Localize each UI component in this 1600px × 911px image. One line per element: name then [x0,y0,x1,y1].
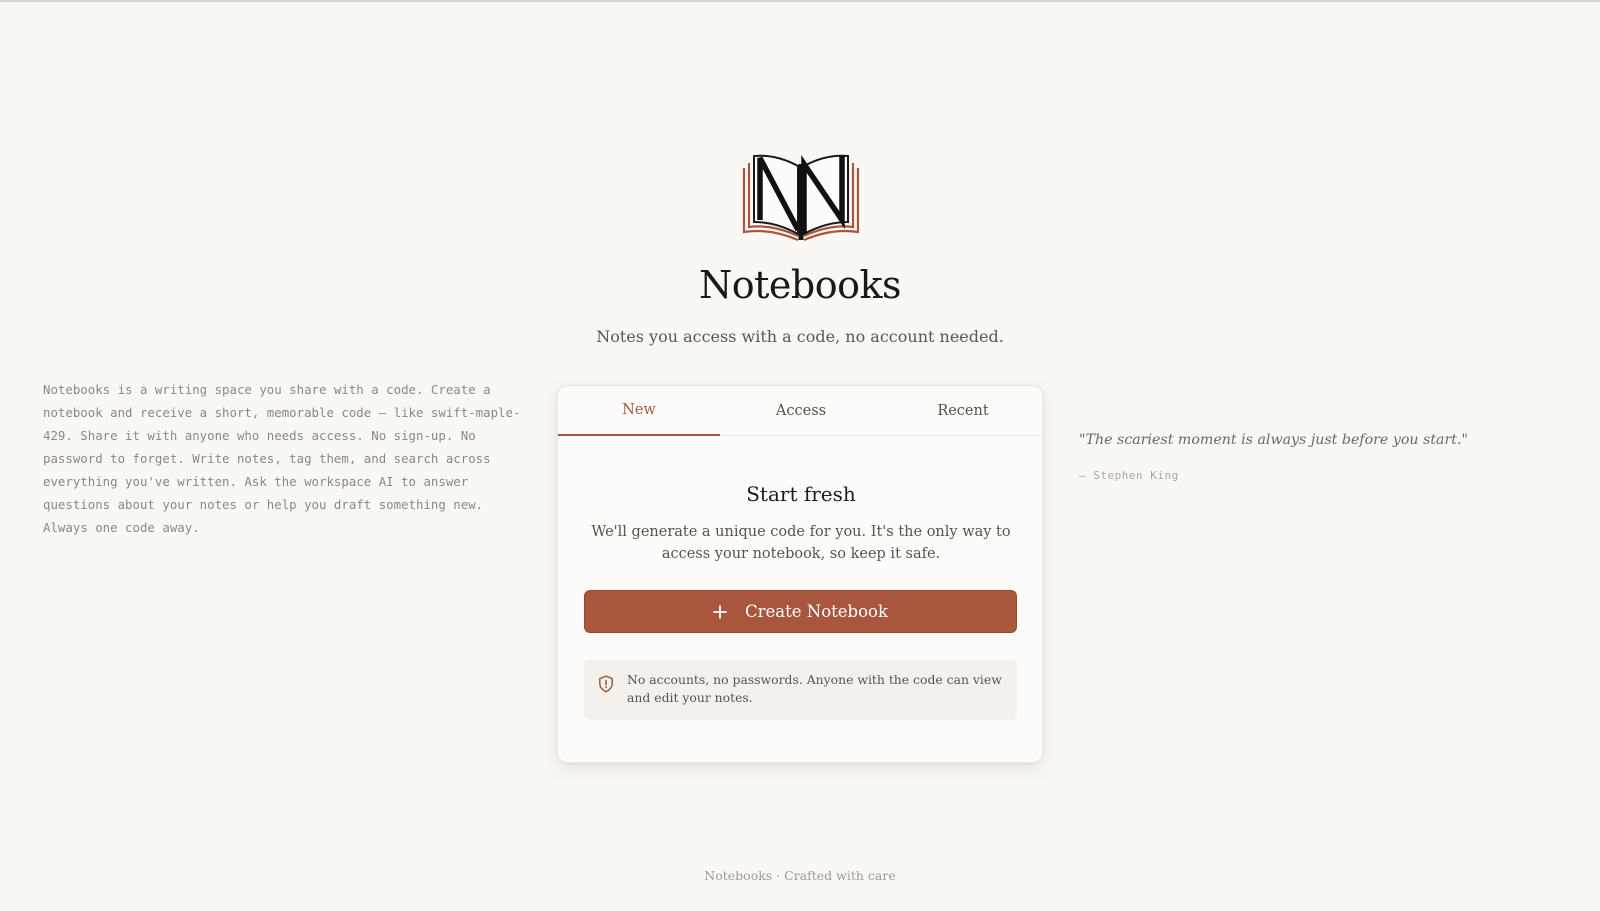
app-subtitle: Notes you access with a code, no account… [596,327,1004,346]
quote-author: — Stephen King [1079,469,1179,482]
tab-recent[interactable]: Recent [882,386,1042,435]
create-notebook-button[interactable]: Create Notebook [584,590,1017,633]
top-border [0,0,1600,2]
intro-description: Notebooks is a writing space you share w… [43,382,521,535]
open-book-n-logo-icon [740,150,862,242]
plus-icon [713,604,727,619]
create-notebook-label: Create Notebook [745,602,888,621]
quote-text: "The scariest moment is always just befo… [1079,432,1468,448]
shield-alert-icon [598,675,614,693]
card-description: We'll generate a unique code for you. It… [591,524,1011,562]
tab-new[interactable]: New [558,386,720,436]
app-title: Notebooks [699,263,902,307]
privacy-notice: No accounts, no passwords. Anyone with t… [584,660,1017,720]
tab-bar: New Access Recent [558,386,1042,436]
footer-text: Notebooks · Crafted with care [704,868,896,883]
card-heading: Start fresh [746,482,856,506]
tab-access[interactable]: Access [720,386,882,435]
notebook-card: New Access Recent Start fresh We'll gene… [557,385,1043,763]
privacy-notice-text: No accounts, no passwords. Anyone with t… [627,672,1002,705]
